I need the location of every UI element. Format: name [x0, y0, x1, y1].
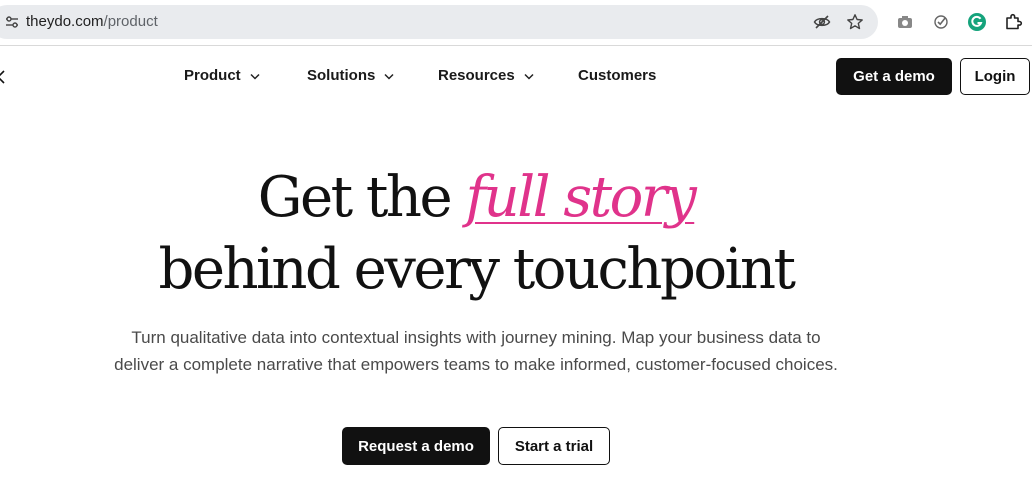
chevron-down-icon [250, 73, 260, 80]
nav-item-solutions[interactable]: Solutions [307, 66, 394, 86]
hero-headline-accent: full story [465, 165, 696, 230]
hero-headline-prefix: Get the [257, 165, 466, 230]
nav-item-product[interactable]: Product [184, 66, 260, 86]
login-button[interactable]: Login [960, 58, 1030, 95]
hero-headline-line2: behind every touchpoint [158, 237, 796, 302]
hero-headline-line1: Get the full story [0, 162, 952, 234]
checkmark-circle-icon[interactable] [931, 12, 951, 32]
eye-off-icon[interactable] [813, 13, 831, 31]
browser-toolbar: theydo.com/product [0, 0, 1032, 46]
nav-item-label: Solutions [307, 67, 376, 84]
camera-icon[interactable] [895, 12, 915, 32]
request-a-demo-button[interactable]: Request a demo [342, 427, 490, 465]
start-a-trial-button[interactable]: Start a trial [498, 427, 610, 465]
grammarly-icon[interactable] [967, 12, 987, 32]
chevron-down-icon [384, 73, 394, 80]
tune-icon[interactable] [4, 14, 20, 30]
star-icon[interactable] [846, 13, 864, 31]
get-a-demo-button[interactable]: Get a demo [836, 58, 952, 95]
url-path: /product [103, 13, 158, 30]
nav-item-label: Product [184, 67, 241, 84]
site-nav: Product Solutions Resources Customers Ge… [0, 46, 1032, 108]
chevron-down-icon [524, 73, 534, 80]
hero-subtext: Turn qualitative data into contextual in… [114, 328, 838, 374]
address-bar[interactable]: theydo.com/product [0, 5, 878, 39]
chevron-left-icon[interactable] [0, 70, 6, 84]
nav-item-customers[interactable]: Customers [578, 66, 656, 86]
nav-item-resources[interactable]: Resources [438, 66, 534, 86]
nav-item-label: Customers [578, 67, 657, 84]
url-domain: theydo.com [26, 13, 104, 30]
extensions-icon[interactable] [1003, 12, 1023, 32]
url-text[interactable]: theydo.com/product [26, 13, 158, 31]
nav-item-label: Resources [438, 67, 515, 84]
